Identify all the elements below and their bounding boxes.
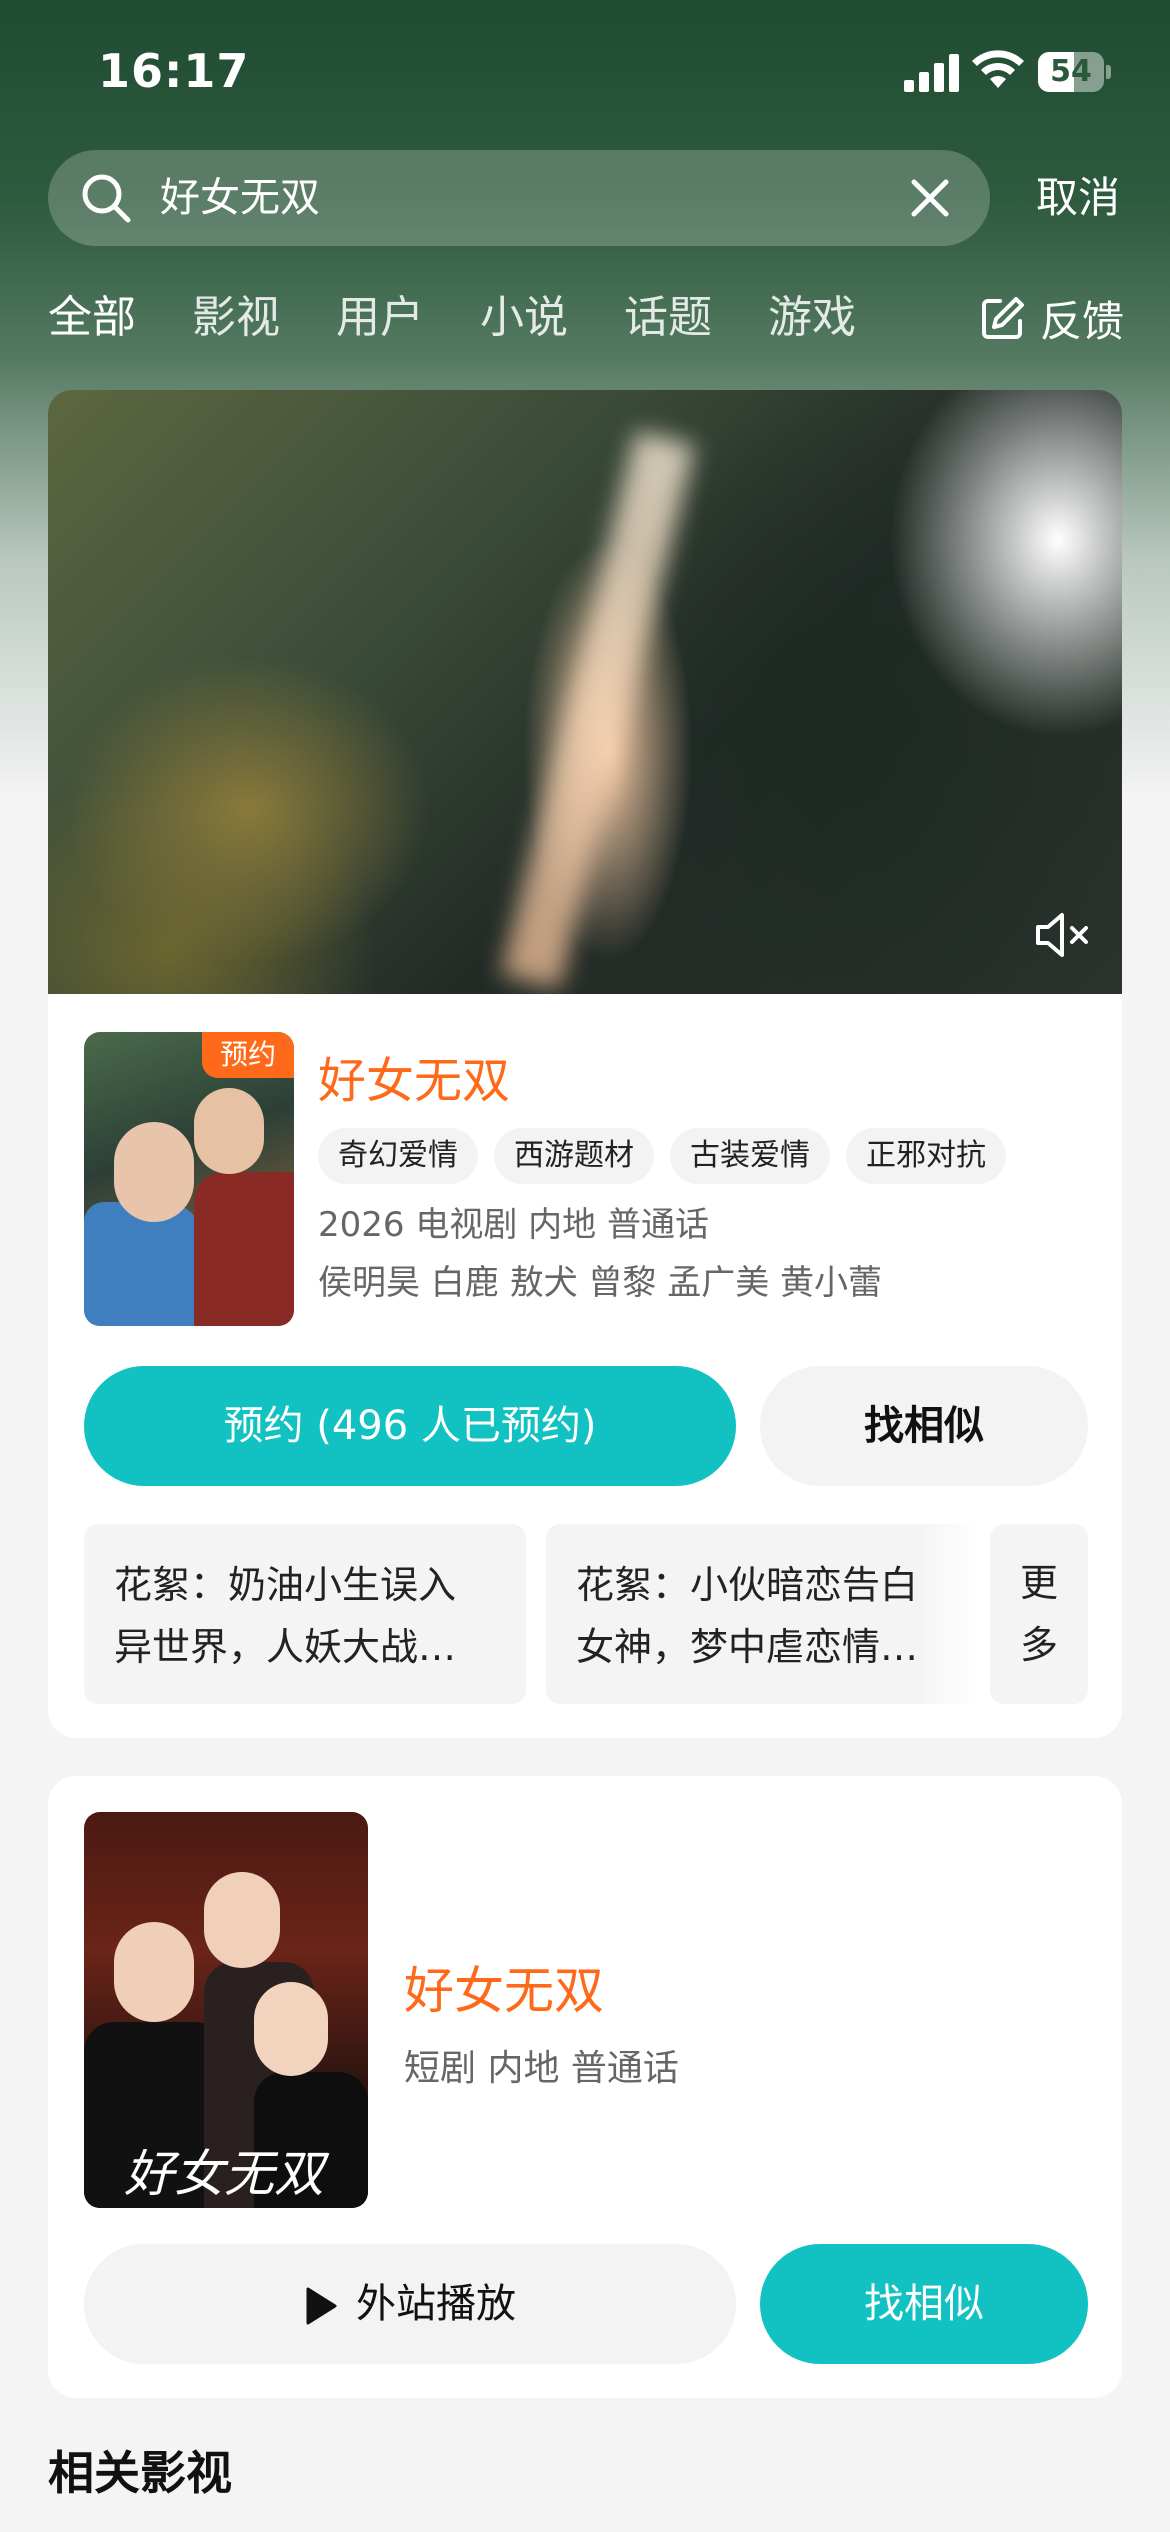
poster-logo: 好女无双 <box>124 2145 324 2203</box>
wifi-icon <box>972 50 1024 88</box>
battery-level: 54 <box>1050 54 1092 89</box>
result-cast: 侯明昊 白鹿 敖犬 曾黎 孟广美 黄小蕾 <box>318 1263 883 1303</box>
status-time: 16:17 <box>98 44 250 98</box>
tab-all[interactable]: 全部 <box>48 288 136 348</box>
clip-card[interactable]: 花絮：小伙暗恋告白 女神，梦中虐恋情… <box>546 1524 978 1704</box>
find-similar-button[interactable]: 找相似 <box>760 2244 1088 2364</box>
clip-title-line: 异世界，人妖大战… <box>114 1625 457 1669</box>
clip-title-line: 花絮：小伙暗恋告白 <box>576 1563 919 1607</box>
external-play-button[interactable]: 外站播放 <box>84 2244 736 2364</box>
video-preview[interactable] <box>48 390 1122 994</box>
related-section-heading: 相关影视 <box>48 2446 232 2500</box>
feedback-button[interactable]: 反馈 <box>980 288 1124 348</box>
genre-tags: 奇幻爱情 西游题材 古装爱情 正邪对抗 <box>318 1128 1022 1184</box>
tab-games[interactable]: 游戏 <box>768 288 856 348</box>
external-play-label: 外站播放 <box>356 2281 516 2327</box>
genre-tag[interactable]: 古装爱情 <box>670 1128 830 1184</box>
clip-title-line: 花絮：奶油小生误入 <box>114 1563 457 1607</box>
speaker-muted-icon[interactable] <box>1034 910 1092 960</box>
tab-novels[interactable]: 小说 <box>480 288 568 348</box>
result-meta: 2026 电视剧 内地 普通话 <box>318 1205 709 1245</box>
search-input[interactable]: 好女无双 <box>160 150 320 246</box>
search-results-screen: 16:17 54 好女无双 取消 全部 影视 用户 小说 话题 游戏 反馈 预约… <box>0 0 1170 2532</box>
reserve-button[interactable]: 预约 (496 人已预约) <box>84 1366 736 1486</box>
reserve-badge: 预约 <box>202 1032 294 1078</box>
cancel-button[interactable]: 取消 <box>1036 170 1120 226</box>
result-title[interactable]: 好女无双 <box>404 1956 604 2026</box>
cellular-signal-icon <box>904 54 959 92</box>
search-icon <box>82 174 131 223</box>
edit-icon <box>982 297 1024 339</box>
result-meta: 短剧 内地 普通话 <box>404 2048 679 2089</box>
tab-topics[interactable]: 话题 <box>624 288 712 348</box>
poster-image[interactable]: 好女无双 <box>84 1812 368 2208</box>
result-title[interactable]: 好女无双 <box>318 1048 510 1114</box>
genre-tag[interactable]: 正邪对抗 <box>846 1128 1006 1184</box>
poster-image[interactable]: 预约 <box>84 1032 294 1326</box>
search-bar[interactable]: 好女无双 <box>48 150 990 246</box>
result-card-series[interactable]: 预约 好女无双 奇幻爱情 西游题材 古装爱情 正邪对抗 2026 电视剧 内地 … <box>48 994 1122 1738</box>
battery-icon: 54 <box>1038 52 1112 92</box>
tab-video[interactable]: 影视 <box>192 288 280 348</box>
find-similar-button[interactable]: 找相似 <box>760 1366 1088 1486</box>
tab-users[interactable]: 用户 <box>336 288 424 348</box>
result-card-short-drama[interactable]: 好女无双 好女无双 短剧 内地 普通话 外站播放 找相似 <box>48 1776 1122 2398</box>
status-bar: 16:17 54 <box>0 0 1170 140</box>
clip-title-line: 女神，梦中虐恋情… <box>576 1625 919 1669</box>
clear-icon[interactable] <box>906 174 954 222</box>
feedback-label: 反馈 <box>1040 296 1125 346</box>
more-clips-button[interactable]: 更 多 <box>990 1524 1088 1704</box>
genre-tag[interactable]: 奇幻爱情 <box>318 1128 478 1184</box>
genre-tag[interactable]: 西游题材 <box>494 1128 654 1184</box>
play-icon <box>306 2287 337 2325</box>
clip-card[interactable]: 花絮：奶油小生误入 异世界，人妖大战… <box>84 1524 526 1704</box>
